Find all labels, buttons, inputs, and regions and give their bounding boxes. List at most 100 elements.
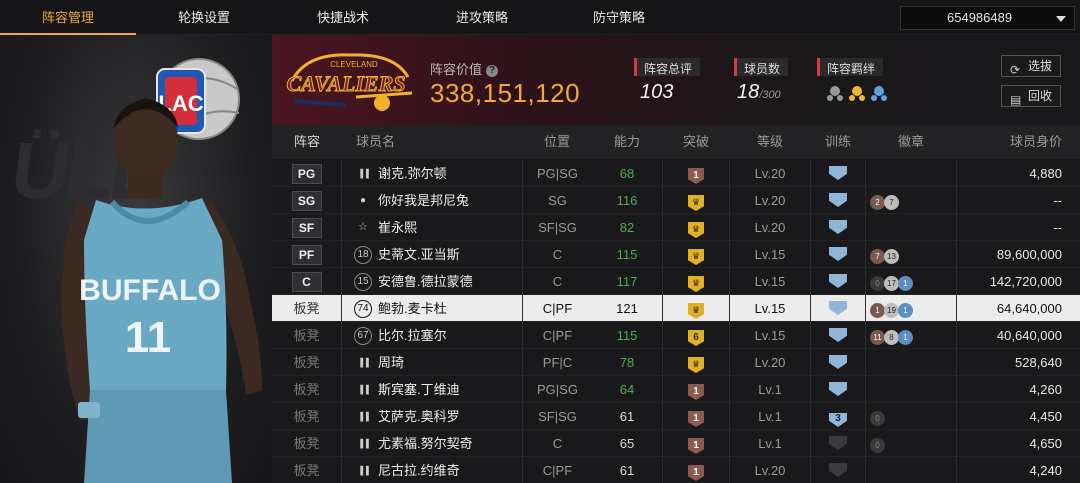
player-position: C|PF bbox=[522, 295, 592, 322]
training-cell[interactable] bbox=[810, 214, 866, 241]
person-icon: ● bbox=[359, 195, 367, 206]
rank-shield-icon: 1 bbox=[688, 411, 704, 427]
player-worth: 40,640,000 bbox=[956, 322, 1080, 349]
table-row[interactable]: 板凳 ▐▐ 尼古拉.约维奇 C|PF 61 1 Lv.20 4,240 bbox=[272, 457, 1080, 483]
table-row[interactable]: PF 18 史蒂文.亚当斯 C 115 ♛ Lv.15 7 13 89,600,000 bbox=[272, 241, 1080, 268]
stats-icon: ▐▐ bbox=[357, 358, 369, 367]
position-badge: C bbox=[291, 272, 322, 292]
table-header: 阵容 球员名 位置 能力 突破 等级 训练 徽章 球员身价 bbox=[272, 125, 1080, 159]
chemistry-blue-icon bbox=[871, 86, 887, 101]
rank-shield-icon: 1 bbox=[688, 168, 704, 184]
breakthrough-cell: ♛ bbox=[662, 268, 730, 295]
training-cell[interactable] bbox=[810, 322, 866, 349]
table-row[interactable]: 板凳 ▐▐ 周琦 PF|C 78 ♛ Lv.20 528,640 bbox=[272, 349, 1080, 376]
badge-count-icon: 19 bbox=[884, 303, 899, 318]
rank-shield-icon: 1 bbox=[688, 465, 704, 481]
lineup-slot: 板凳 bbox=[272, 295, 342, 322]
player-worth: 4,240 bbox=[956, 457, 1080, 483]
overall-label: 阵容总评 bbox=[634, 58, 701, 76]
player-position: SF|SG bbox=[522, 214, 592, 241]
bench-label: 板凳 bbox=[293, 409, 320, 424]
table-row[interactable]: SF ☆ 崔永熙 SF|SG 82 ♛ Lv.20 -- bbox=[272, 214, 1080, 241]
tab-lineup-management[interactable]: 阵容管理 bbox=[0, 0, 136, 35]
player-level: Lv.15 bbox=[754, 301, 786, 316]
table-row[interactable]: SG ● 你好我是邦尼兔 SG 116 ♛ Lv.20 2 7 -- bbox=[272, 187, 1080, 214]
player-level: Lv.15 bbox=[754, 274, 786, 289]
player-ability: 117 bbox=[616, 274, 638, 289]
breakthrough-cell: 1 bbox=[662, 160, 730, 187]
table-row[interactable]: PG ▐▐ 谢克.弥尔顿 PG|SG 68 1 Lv.20 4,880 bbox=[272, 160, 1080, 187]
player-position: PG|SG bbox=[522, 376, 592, 403]
table-row[interactable]: 板凳 ▐▐ 斯宾塞.丁维迪 PG|SG 64 1 Lv.1 4,260 bbox=[272, 376, 1080, 403]
player-level: Lv.20 bbox=[754, 193, 786, 208]
player-worth: 4,650 bbox=[956, 430, 1080, 457]
training-shield-icon bbox=[829, 274, 847, 288]
lineup-header: CLEVELAND CAVALIERS 阵容价值? 338,151,120 阵容… bbox=[272, 35, 1080, 125]
chemistry-grey-icon bbox=[827, 86, 843, 101]
player-level: Lv.15 bbox=[754, 328, 786, 343]
lineup-slot: 板凳 bbox=[272, 403, 342, 430]
player-ability: 64 bbox=[619, 382, 635, 397]
tab-offense-strategy[interactable]: 进攻策略 bbox=[414, 0, 550, 35]
players-count: 18/300 bbox=[737, 81, 781, 103]
player-position: PF|C bbox=[522, 349, 592, 376]
player-image: BUFFALO 11 bbox=[61, 98, 262, 483]
col-breakthrough: 突破 bbox=[682, 134, 709, 149]
player-worth: 4,260 bbox=[956, 376, 1080, 403]
table-row[interactable]: 板凳 67 比尔.拉塞尔 C|PF 115 6 Lv.15 11 8 1 40,640,000 bbox=[272, 322, 1080, 349]
player-ability: 121 bbox=[616, 301, 638, 316]
position-badge: PG bbox=[291, 164, 322, 184]
training-cell[interactable] bbox=[810, 430, 866, 457]
player-position: PG|SG bbox=[522, 160, 592, 187]
training-cell[interactable] bbox=[810, 187, 866, 214]
player-position: SF|SG bbox=[522, 403, 592, 430]
training-cell[interactable] bbox=[810, 295, 866, 322]
badges-cell bbox=[866, 349, 956, 376]
table-row[interactable]: 板凳 ▐▐ 尤素福.努尔契奇 C 65 1 Lv.1 0 4,650 bbox=[272, 430, 1080, 457]
account-dropdown[interactable]: 654986489 bbox=[900, 6, 1075, 30]
tab-rotation-settings[interactable]: 轮换设置 bbox=[136, 0, 272, 35]
player-name: 艾萨克.奥科罗 bbox=[378, 409, 460, 424]
training-cell[interactable]: 3 bbox=[810, 403, 866, 430]
tab-defense-strategy[interactable]: 防守策略 bbox=[551, 0, 687, 35]
player-name: 崔永熙 bbox=[378, 220, 418, 235]
tab-quick-tactics[interactable]: 快捷战术 bbox=[275, 0, 411, 35]
player-worth: 4,880 bbox=[956, 160, 1080, 187]
breakthrough-cell: 1 bbox=[662, 457, 730, 483]
table-row[interactable]: 板凳 74 鲍勃.麦卡杜 C|PF 121 ♛ Lv.15 1 19 1 64,640,000 bbox=[272, 295, 1080, 322]
col-level: 等级 bbox=[756, 134, 783, 149]
player-position: C bbox=[522, 430, 592, 457]
position-badge: PF bbox=[291, 245, 322, 265]
training-cell[interactable] bbox=[810, 160, 866, 187]
help-icon[interactable]: ? bbox=[486, 64, 499, 77]
svg-text:CAVALIERS: CAVALIERS bbox=[286, 71, 405, 96]
select-button[interactable]: ⟳ 选拔 bbox=[1001, 55, 1061, 77]
training-cell[interactable] bbox=[810, 268, 866, 295]
training-cell[interactable] bbox=[810, 376, 866, 403]
training-cell[interactable] bbox=[810, 349, 866, 376]
table-row[interactable]: 板凳 ▐▐ 艾萨克.奥科罗 SF|SG 61 1 Lv.1 3 0 4,450 bbox=[272, 403, 1080, 430]
lineup-slot: 板凳 bbox=[272, 430, 342, 457]
player-level: Lv.1 bbox=[758, 409, 782, 424]
badge-count-icon: 1 bbox=[870, 303, 885, 318]
player-position: C bbox=[522, 268, 592, 295]
breakthrough-cell: ♛ bbox=[662, 214, 730, 241]
player-name: 史蒂文.亚当斯 bbox=[378, 247, 460, 262]
player-ability: 61 bbox=[619, 409, 635, 424]
stats-icon: ▐▐ bbox=[357, 385, 369, 394]
training-shield-icon bbox=[829, 382, 847, 396]
training-cell[interactable] bbox=[810, 241, 866, 268]
player-ability: 116 bbox=[616, 193, 638, 208]
jersey-number: 15 bbox=[352, 268, 374, 295]
training-cell[interactable] bbox=[810, 457, 866, 483]
badges-cell: 7 13 bbox=[866, 241, 956, 268]
lineup-slot: 板凳 bbox=[272, 376, 342, 403]
crown-badge-icon: ♛ bbox=[688, 249, 704, 265]
crown-badge-icon: ♛ bbox=[688, 222, 704, 238]
badges-cell: 11 8 1 bbox=[866, 322, 956, 349]
table-row[interactable]: C 15 安德鲁.德拉蒙德 C 117 ♛ Lv.15 0 17 1 142,720,000 bbox=[272, 268, 1080, 295]
recycle-button[interactable]: ▤ 回收 bbox=[1001, 85, 1061, 107]
player-name: 尤素福.努尔契奇 bbox=[378, 436, 473, 451]
col-player-worth: 球员身价 bbox=[1009, 134, 1062, 149]
lineup-value-label: 阵容价值? bbox=[430, 59, 499, 78]
